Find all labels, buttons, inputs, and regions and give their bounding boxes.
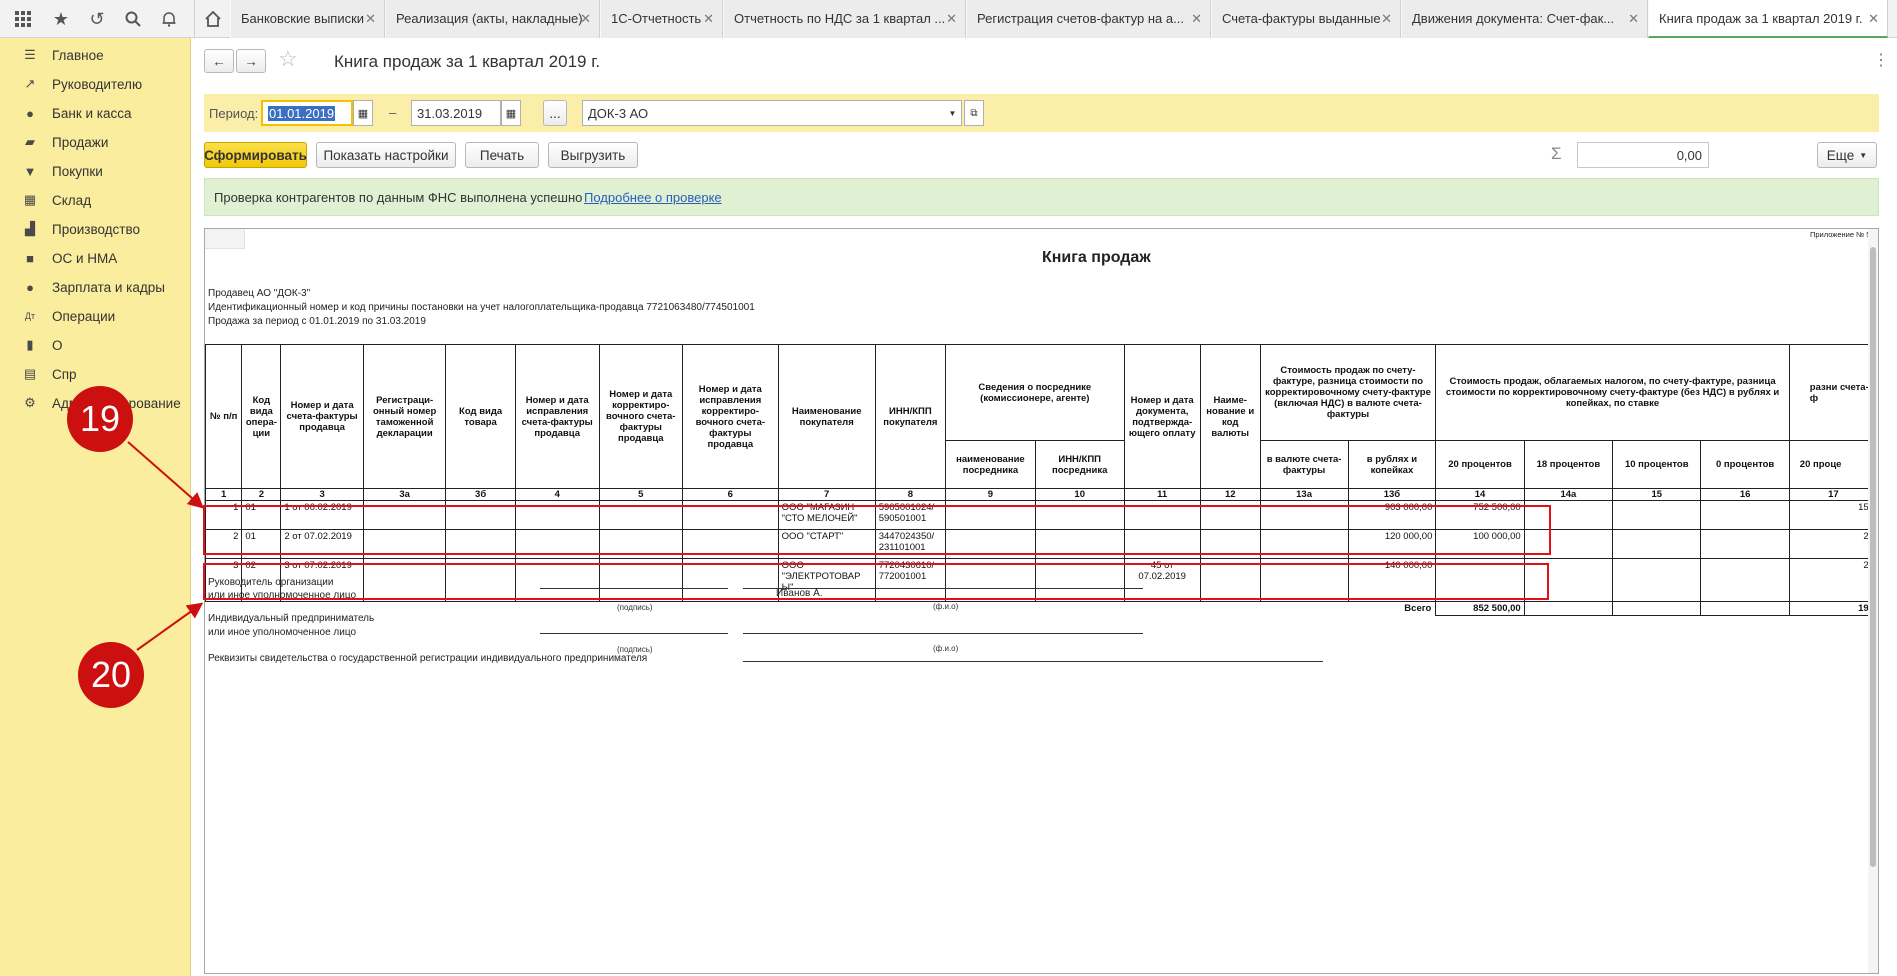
marker-label: 19 <box>79 398 121 439</box>
annotation-arrows <box>127 441 205 651</box>
callout-marker-20: 20 <box>78 642 144 708</box>
arrow-19 <box>127 441 205 509</box>
callout-marker-19: 19 <box>67 386 133 452</box>
arrow-20 <box>136 602 204 651</box>
marker-label: 20 <box>90 654 132 695</box>
